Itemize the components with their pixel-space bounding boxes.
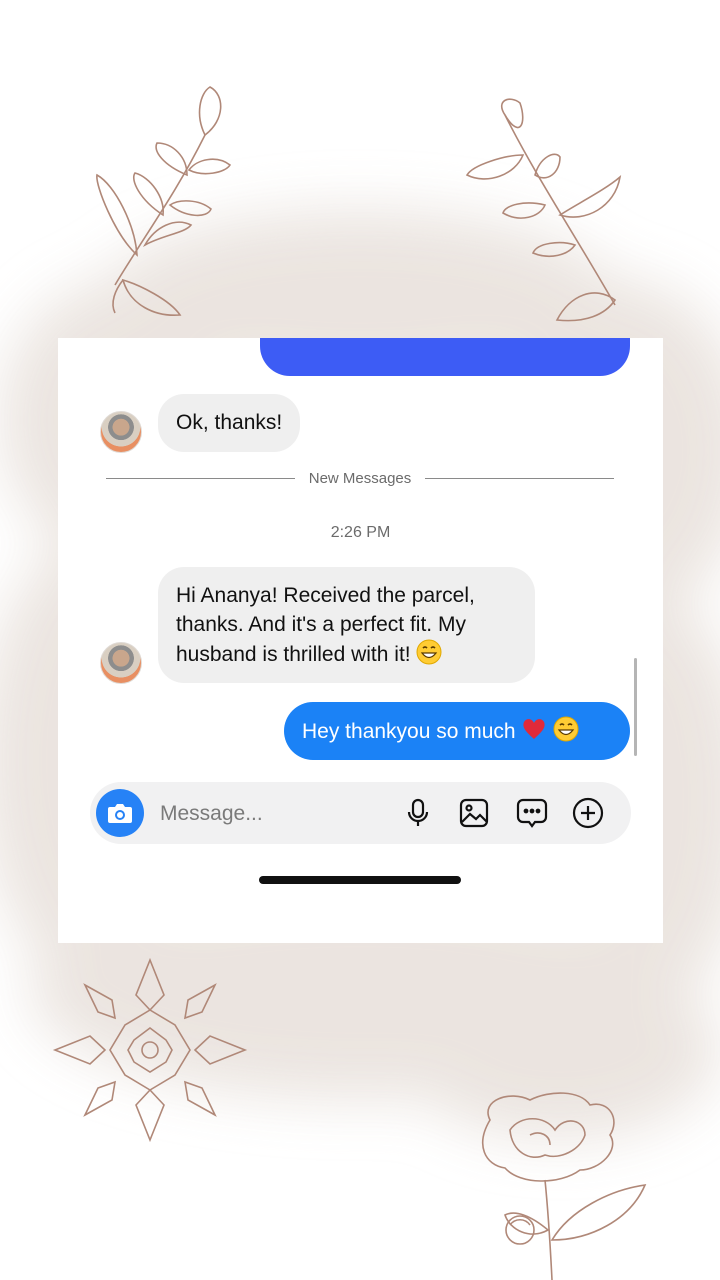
divider-label: New Messages xyxy=(308,469,412,487)
outgoing-message-bubble[interactable]: Hey thankyou so much xyxy=(284,702,630,760)
peony-flower-illustration xyxy=(481,1092,647,1280)
leaf-branch-left-illustration xyxy=(96,86,232,316)
chat-screenshot-card: Ok, thanks! New Messages 2:26 PM Hi Anan… xyxy=(58,338,663,943)
message-text: Hey thankyou so much xyxy=(302,720,516,743)
sticker-icon xyxy=(516,798,548,828)
sticker-button[interactable] xyxy=(516,797,548,829)
camera-button[interactable] xyxy=(96,789,144,837)
gallery-icon xyxy=(459,798,489,828)
message-timestamp: 2:26 PM xyxy=(330,524,391,541)
camera-icon xyxy=(108,804,132,823)
home-indicator[interactable] xyxy=(259,876,461,884)
voice-message-button[interactable] xyxy=(402,797,434,829)
scrollbar[interactable] xyxy=(634,658,637,756)
gallery-button[interactable] xyxy=(458,797,490,829)
more-options-button[interactable] xyxy=(572,797,604,829)
new-messages-divider: New Messages xyxy=(106,466,615,490)
message-composer xyxy=(90,782,631,844)
plus-icon xyxy=(572,797,604,829)
incoming-message-bubble[interactable]: Hi Ananya! Received the parcel, thanks. … xyxy=(158,567,535,683)
grinning-face-emoji-icon xyxy=(416,639,442,665)
message-input[interactable] xyxy=(158,794,392,834)
red-heart-emoji-icon xyxy=(523,719,546,739)
leaf-branch-right-illustration xyxy=(465,98,622,322)
microphone-icon xyxy=(407,798,429,826)
lotus-flower-illustration xyxy=(52,957,248,1143)
grinning-face-emoji-icon xyxy=(553,716,579,742)
previous-outgoing-message-bubble[interactable] xyxy=(260,338,630,376)
contact-avatar[interactable] xyxy=(100,642,142,684)
incoming-message-bubble[interactable]: Ok, thanks! xyxy=(158,394,301,452)
message-text: Ok, thanks! xyxy=(176,411,283,434)
contact-avatar[interactable] xyxy=(100,411,142,453)
